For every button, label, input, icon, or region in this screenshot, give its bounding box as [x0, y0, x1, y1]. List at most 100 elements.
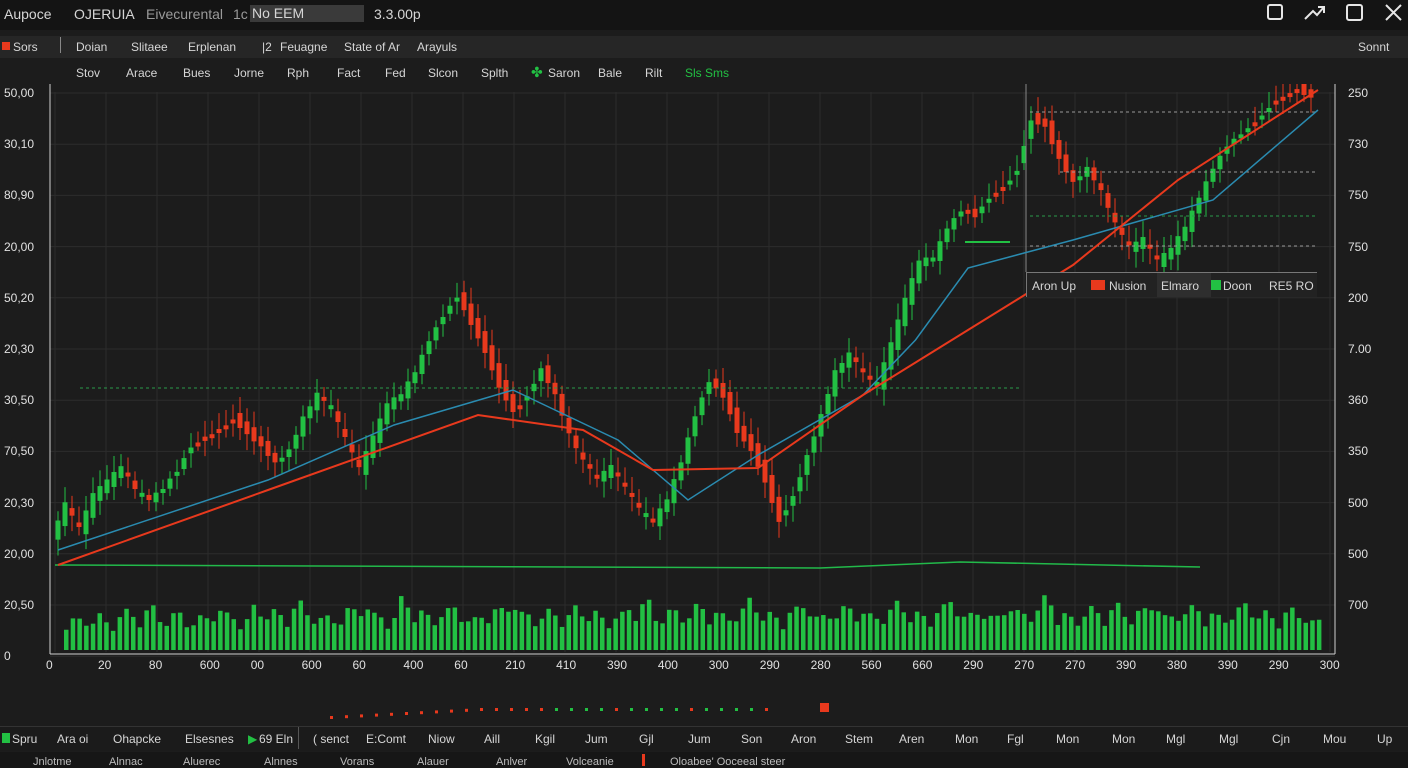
signal-dot [675, 708, 678, 711]
menu-item-right[interactable]: Sonnt [1358, 40, 1389, 54]
legend-item[interactable]: Nusion [1109, 279, 1146, 293]
legend-item[interactable]: RE5 RO [1269, 279, 1314, 293]
price-chart[interactable] [0, 84, 1408, 724]
candle-body [1189, 210, 1195, 232]
signal-dot [450, 709, 453, 713]
bottom-item[interactable]: Mgl [1166, 732, 1185, 746]
bottom-item[interactable]: Stem [845, 732, 873, 746]
bottom-item[interactable]: Mgl [1219, 732, 1238, 746]
legend-item[interactable]: Elmaro [1161, 279, 1199, 293]
volume-bar [124, 608, 129, 650]
bottom-item[interactable]: Fgl [1007, 732, 1024, 746]
y-tick-label-right: 700 [1348, 598, 1369, 612]
title-bar: Aupoce OJERUIA Eivecurental 1c No EEM 3.… [0, 0, 1408, 30]
toolbar-item[interactable]: Sls Sms [685, 66, 729, 80]
candle-body [965, 209, 971, 214]
bottom-item[interactable]: Mon [1056, 732, 1079, 746]
toolbar-item[interactable]: Arace [126, 66, 157, 80]
restore-button[interactable] [1262, 2, 1288, 24]
bottom-item[interactable]: E:Comt [366, 732, 406, 746]
volume-bar [787, 612, 793, 650]
bottom-item[interactable]: Ara oi [57, 732, 88, 746]
toolbar-item[interactable]: Fact [337, 66, 360, 80]
toolbar-item[interactable]: Stov [76, 66, 100, 80]
bottom-item[interactable]: Spru [12, 732, 37, 746]
volume-bar [151, 605, 156, 650]
bottom-item[interactable]: 69 Eln [259, 732, 293, 746]
forward-button[interactable] [1302, 2, 1328, 24]
candle-body [1280, 96, 1286, 101]
bottom-item[interactable]: Son [741, 732, 762, 746]
toolbar-item[interactable]: Rph [287, 66, 309, 80]
bottom-item[interactable]: Mon [1112, 732, 1135, 746]
candle-body [1126, 241, 1132, 246]
volume-bar [988, 615, 994, 650]
volume-bar [1236, 607, 1241, 650]
bottom-item[interactable]: Jum [585, 732, 608, 746]
fast-moving-average [57, 109, 1319, 551]
candle-body [552, 382, 558, 395]
toolbar-item[interactable]: Fed [385, 66, 406, 80]
toolbar-item[interactable]: Splth [481, 66, 508, 80]
maximize-button[interactable] [1342, 2, 1368, 24]
bottom-item[interactable]: Aill [484, 732, 500, 746]
status-item: Oloabee' Ooceeal steer [670, 756, 786, 768]
candle-body [398, 394, 404, 402]
bottom-item[interactable]: ( senct [313, 732, 349, 746]
candle-body [335, 411, 341, 423]
menu-item[interactable]: |2 [262, 40, 272, 54]
volume-bar [238, 629, 243, 650]
candle-body [916, 260, 922, 284]
candle-body [748, 434, 754, 451]
legend-item[interactable]: Aron Up [1032, 279, 1076, 293]
volume-bar [198, 615, 203, 650]
bottom-item[interactable]: Mou [1323, 732, 1346, 746]
volume-bar [1176, 620, 1181, 650]
volume-bar [1303, 622, 1308, 650]
volume-bar [432, 625, 437, 650]
menu-item[interactable]: Slitaee [131, 40, 168, 54]
menu-item[interactable]: Arayuls [417, 40, 457, 54]
volume-bar [1129, 624, 1134, 650]
toolbar-item[interactable]: Bues [183, 66, 210, 80]
candle-body [370, 435, 376, 459]
bottom-item[interactable]: Niow [428, 732, 455, 746]
play-icon[interactable]: ▶ [248, 732, 257, 746]
candle-body [657, 508, 663, 527]
ticker-field[interactable]: No EEM [250, 5, 364, 22]
volume-bar [908, 622, 913, 650]
status-item: Jnlotme [33, 756, 72, 768]
candle-body [1287, 93, 1293, 98]
legend-item[interactable]: Doon [1223, 279, 1252, 293]
bottom-item[interactable]: Elsesnes [185, 732, 234, 746]
candle-body [538, 368, 544, 382]
bottom-item[interactable]: Ohapcke [113, 732, 161, 746]
bottom-item[interactable]: Jum [688, 732, 711, 746]
volume-bar [1142, 608, 1148, 650]
toolbar-item[interactable]: Jorne [234, 66, 264, 80]
bottom-bar: Spru Ara oi Ohapcke Elsesnes ▶ 69 Eln ( … [0, 726, 1408, 751]
candle-body [405, 381, 411, 399]
bottom-item[interactable]: Mon [955, 732, 978, 746]
candle-body [958, 211, 964, 217]
candle-body [223, 425, 229, 430]
menu-item[interactable]: Sors [13, 40, 38, 54]
menu-item[interactable]: Doian [76, 40, 107, 54]
bottom-item[interactable]: Kgil [535, 732, 555, 746]
bottom-item[interactable]: Aren [899, 732, 924, 746]
menu-item[interactable]: Feuagne [280, 40, 327, 54]
volume-bar [311, 623, 317, 650]
toolbar-item[interactable]: Rilt [645, 66, 662, 80]
toolbar-item[interactable]: Saron [548, 66, 580, 80]
bottom-item[interactable]: Up [1377, 732, 1392, 746]
menu-item[interactable]: Erplenan [188, 40, 236, 54]
bottom-item[interactable]: Gjl [639, 732, 654, 746]
bottom-item[interactable]: Aron [791, 732, 816, 746]
bottom-item[interactable]: Cjn [1272, 732, 1290, 746]
candle-body [1301, 84, 1307, 95]
toolbar-item[interactable]: Slcon [428, 66, 458, 80]
volume-bar [1075, 625, 1081, 650]
menu-item[interactable]: State of Ar [344, 40, 400, 54]
close-button[interactable] [1380, 2, 1406, 24]
toolbar-item[interactable]: Bale [598, 66, 622, 80]
